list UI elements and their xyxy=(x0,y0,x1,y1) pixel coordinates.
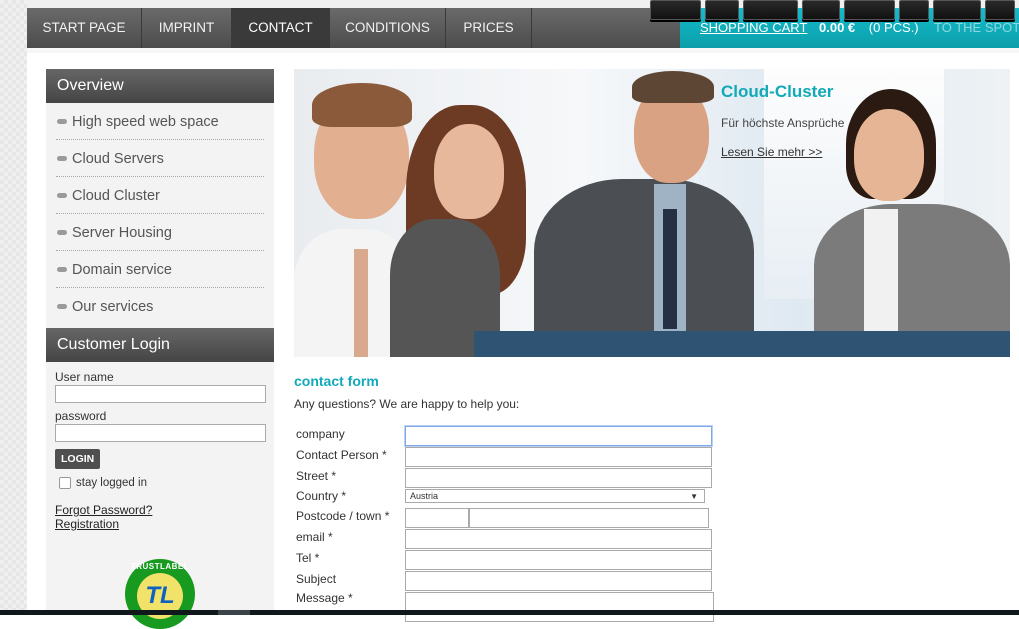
server-rack-icon xyxy=(743,0,799,20)
stay-logged-in-checkbox[interactable] xyxy=(59,477,71,489)
cart-count: (0 PCS.) xyxy=(868,20,919,35)
sidebar-item-cloud-cluster[interactable]: Cloud Cluster xyxy=(56,177,264,214)
hero-banner[interactable]: Cloud-Cluster Für höchste Ansprüche Lese… xyxy=(294,69,1010,357)
to-the-spot-link[interactable]: TO THE SPOT xyxy=(934,20,1019,35)
postcode-town-label: Postcode / town * xyxy=(296,509,390,523)
contact-form-title: contact form xyxy=(294,373,379,389)
contact-person-input[interactable] xyxy=(405,447,712,467)
country-label: Country * xyxy=(296,489,347,503)
server-rack-icon xyxy=(899,0,930,20)
sidebar-item-label: Cloud Servers xyxy=(72,151,164,167)
nav-prices[interactable]: PRICES xyxy=(446,8,532,48)
street-label: Street * xyxy=(296,469,337,483)
password-input[interactable] xyxy=(55,424,266,442)
sidebar-item-label: Our services xyxy=(72,299,154,315)
server-rack-icon xyxy=(984,0,1015,20)
server-rack-icon xyxy=(843,0,896,20)
cart-total: 0.00 € xyxy=(819,20,856,35)
sidebar-item-label: Cloud Cluster xyxy=(72,188,160,204)
registration-link[interactable]: Registration xyxy=(55,517,265,531)
message-textarea[interactable] xyxy=(405,592,714,622)
nav-conditions[interactable]: CONDITIONS xyxy=(330,8,446,48)
trustlabel-ring-text: TRUSTLABEL xyxy=(130,562,190,571)
nav-shadow xyxy=(27,48,1019,53)
sidebar-item-our-services[interactable]: Our services xyxy=(56,288,264,324)
contact-person-label: Contact Person * xyxy=(296,448,387,462)
server-rack-icon xyxy=(933,0,981,20)
subject-input[interactable] xyxy=(405,571,712,591)
email-input[interactable] xyxy=(405,529,712,549)
sidebar-item-cloud-servers[interactable]: Cloud Servers xyxy=(56,140,264,177)
customer-login-heading: Customer Login xyxy=(46,328,274,362)
bullet-icon xyxy=(57,304,67,309)
sidebar-item-high-speed-web-space[interactable]: High speed web space xyxy=(56,103,264,140)
page-background-pattern xyxy=(0,0,27,615)
overview-heading: Overview xyxy=(46,69,274,103)
bullet-icon xyxy=(57,193,67,198)
bullet-icon xyxy=(57,267,67,272)
company-input[interactable] xyxy=(405,426,712,446)
tel-label: Tel * xyxy=(296,551,320,565)
dropdown-arrow-icon: ▼ xyxy=(690,492,698,501)
overview-menu: High speed web space Cloud Servers Cloud… xyxy=(46,103,274,324)
server-racks-decoration xyxy=(650,0,1019,22)
sidebar-item-label: Domain service xyxy=(72,262,172,278)
country-select[interactable]: Austria ▼ xyxy=(405,489,705,503)
tel-input[interactable] xyxy=(405,550,712,570)
nav-imprint[interactable]: IMPRINT xyxy=(142,8,232,48)
sidebar-item-server-housing[interactable]: Server Housing xyxy=(56,214,264,251)
shopping-cart-link[interactable]: SHOPPING CART xyxy=(700,20,807,35)
nav-start-page[interactable]: START PAGE xyxy=(27,8,142,48)
server-rack-icon xyxy=(802,0,840,20)
username-label: User name xyxy=(55,370,114,384)
banner-table xyxy=(474,331,1010,357)
subject-label: Subject xyxy=(296,572,337,586)
stay-logged-in-label: stay logged in xyxy=(76,477,147,489)
sidebar: Overview High speed web space Cloud Serv… xyxy=(46,69,274,629)
sidebar-item-label: Server Housing xyxy=(72,225,172,241)
taskbar-active-item xyxy=(218,610,250,615)
nav-contact[interactable]: CONTACT xyxy=(232,8,330,48)
login-button[interactable]: LOGIN xyxy=(55,449,101,469)
contact-form-intro: Any questions? We are happy to help you: xyxy=(294,397,520,411)
sidebar-item-domain-service[interactable]: Domain service xyxy=(56,251,264,288)
town-input[interactable] xyxy=(469,508,709,528)
password-label: password xyxy=(55,409,107,423)
company-label: company xyxy=(296,427,345,441)
bullet-icon xyxy=(57,156,67,161)
street-input[interactable] xyxy=(405,468,712,488)
main-nav: START PAGE IMPRINT CONTACT CONDITIONS PR… xyxy=(27,8,680,48)
bullet-icon xyxy=(57,230,67,235)
banner-read-more-link[interactable]: Lesen Sie mehr >> xyxy=(721,145,822,159)
username-input[interactable] xyxy=(55,385,266,403)
banner-title: Cloud-Cluster xyxy=(721,82,834,101)
banner-subtitle: Für höchste Ansprüche xyxy=(721,116,845,130)
server-rack-icon xyxy=(705,0,740,20)
postcode-input[interactable] xyxy=(405,508,469,528)
server-rack-icon xyxy=(650,0,702,20)
message-label: Message * xyxy=(296,591,353,605)
country-selected-value: Austria xyxy=(410,491,439,501)
customer-login-panel: Customer Login User name password LOGIN … xyxy=(46,328,274,539)
sidebar-item-label: High speed web space xyxy=(72,114,219,130)
email-label: email * xyxy=(296,530,333,544)
bullet-icon xyxy=(57,119,67,124)
taskbar-strip xyxy=(0,610,1019,615)
trustlabel-badge[interactable]: TRUSTLABEL TL xyxy=(125,559,195,629)
forgot-password-link[interactable]: Forgot Password? xyxy=(55,503,265,517)
